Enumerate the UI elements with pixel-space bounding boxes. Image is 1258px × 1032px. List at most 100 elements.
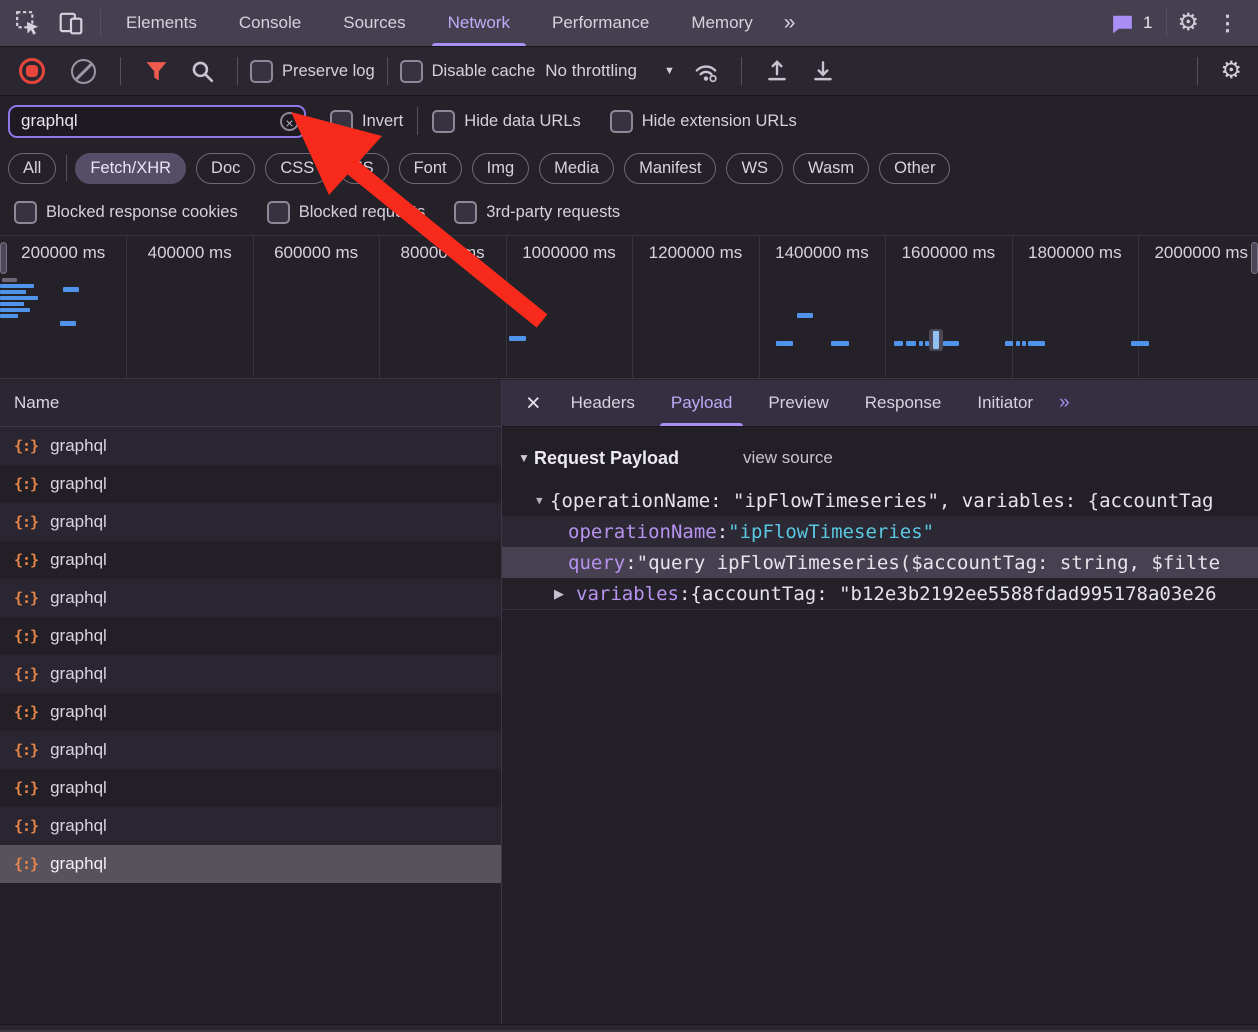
chip-all[interactable]: All xyxy=(8,153,56,184)
details-tab-preview[interactable]: Preview xyxy=(750,380,846,426)
request-row[interactable]: {:}graphql xyxy=(0,845,501,883)
details-tab-payload[interactable]: Payload xyxy=(653,380,750,426)
request-row[interactable]: {:}graphql xyxy=(0,541,501,579)
settings-gear-icon[interactable]: ⚙ xyxy=(1177,11,1199,35)
hide-extension-urls-checkbox[interactable] xyxy=(610,110,633,133)
tab-console[interactable]: Console xyxy=(218,0,322,46)
search-icon[interactable] xyxy=(189,58,215,84)
blocked-requests-checkbox[interactable] xyxy=(267,201,290,224)
collapse-triangle-icon[interactable]: ▼ xyxy=(536,494,550,507)
fetch-xhr-icon: {:} xyxy=(14,703,38,721)
request-row[interactable]: {:}graphql xyxy=(0,579,501,617)
toolbar-divider xyxy=(100,9,101,37)
filter-icon[interactable] xyxy=(143,58,169,84)
chip-wasm[interactable]: Wasm xyxy=(793,153,869,184)
request-name: graphql xyxy=(50,512,107,532)
chip-css[interactable]: CSS xyxy=(265,153,329,184)
payload-key: variables xyxy=(576,583,679,605)
waterfall-bar xyxy=(894,341,903,346)
network-overview-timeline[interactable]: 200000 ms400000 ms600000 ms800000 ms1000… xyxy=(0,235,1258,379)
overview-left-handle[interactable] xyxy=(0,242,7,274)
chip-ws[interactable]: WS xyxy=(726,153,783,184)
selected-request-marker xyxy=(929,329,943,351)
preserve-log-checkbox[interactable] xyxy=(250,60,273,83)
message-count: 1 xyxy=(1143,13,1152,33)
waterfall-bar xyxy=(919,341,923,346)
clear-network-log-button[interactable] xyxy=(71,59,96,84)
fetch-xhr-icon: {:} xyxy=(14,551,38,569)
view-source-link[interactable]: view source xyxy=(743,448,833,468)
disable-cache-checkbox[interactable] xyxy=(400,60,423,83)
payload-value: {accountTag: "b12e3b2192ee5588fdad995178… xyxy=(690,583,1216,605)
request-row[interactable]: {:}graphql xyxy=(0,693,501,731)
kebab-menu-icon[interactable]: ⋮ xyxy=(1217,11,1238,36)
tab-sources[interactable]: Sources xyxy=(322,0,426,46)
hide-data-urls-label: Hide data URLs xyxy=(464,112,580,131)
throttling-select[interactable]: No throttling xyxy=(545,61,637,81)
request-row[interactable]: {:}graphql xyxy=(0,617,501,655)
record-network-log-button[interactable] xyxy=(19,58,45,84)
request-name: graphql xyxy=(50,474,107,494)
network-conditions-icon[interactable] xyxy=(693,58,719,84)
inspect-element-icon[interactable] xyxy=(14,10,41,37)
details-tab-response[interactable]: Response xyxy=(847,380,960,426)
device-toolbar-icon[interactable] xyxy=(57,10,84,37)
tab-elements[interactable]: Elements xyxy=(105,0,218,46)
waterfall-bar xyxy=(1131,341,1149,346)
chip-font[interactable]: Font xyxy=(399,153,462,184)
chip-fetch-xhr[interactable]: Fetch/XHR xyxy=(75,153,186,184)
chip-other[interactable]: Other xyxy=(879,153,950,184)
filter-input[interactable] xyxy=(8,105,306,138)
blocked-response-cookies-label: Blocked response cookies xyxy=(46,203,238,222)
expand-triangle-icon[interactable]: ▶ xyxy=(554,586,576,602)
timeline-tick-label: 200000 ms xyxy=(21,243,105,263)
details-tab-headers[interactable]: Headers xyxy=(553,380,653,426)
clear-filter-icon[interactable]: × xyxy=(280,112,299,131)
timeline-gridline xyxy=(506,236,507,378)
network-settings-gear-icon[interactable]: ⚙ xyxy=(1220,59,1242,83)
waterfall-bar xyxy=(0,290,26,294)
name-column-header[interactable]: Name xyxy=(0,380,501,427)
blocked-requests-group: Blocked requests xyxy=(267,201,426,224)
hide-data-urls-checkbox[interactable] xyxy=(432,110,455,133)
request-row[interactable]: {:}graphql xyxy=(0,465,501,503)
3rd-party-requests-checkbox[interactable] xyxy=(454,201,477,224)
request-payload-section[interactable]: ▼ Request Payload view source xyxy=(502,442,1258,474)
chip-js[interactable]: JS xyxy=(339,153,388,184)
overview-right-handle[interactable] xyxy=(1251,242,1258,274)
export-har-icon[interactable] xyxy=(810,58,836,84)
chip-doc[interactable]: Doc xyxy=(196,153,255,184)
payload-row-query[interactable]: query: "query ipFlowTimeseries($accountT… xyxy=(502,547,1258,578)
more-tabs-button[interactable]: » xyxy=(774,0,804,46)
payload-root-preview[interactable]: ▼ {operationName: "ipFlowTimeseries", va… xyxy=(502,485,1258,516)
tree-divider xyxy=(502,609,1258,610)
payload-row-operationname[interactable]: operationName: "ipFlowTimeseries" xyxy=(502,516,1258,547)
invert-checkbox[interactable] xyxy=(330,110,353,133)
fetch-xhr-icon: {:} xyxy=(14,741,38,759)
details-more-tabs-button[interactable]: » xyxy=(1051,380,1076,426)
waterfall-bar xyxy=(0,302,24,306)
import-har-icon[interactable] xyxy=(764,58,790,84)
payload-row-variables[interactable]: ▶variables: {accountTag: "b12e3b2192ee55… xyxy=(502,578,1258,609)
console-insights-icon[interactable] xyxy=(1109,10,1136,37)
request-row[interactable]: {:}graphql xyxy=(0,655,501,693)
chip-img[interactable]: Img xyxy=(472,153,530,184)
payload-separator: : xyxy=(625,552,636,574)
close-details-icon[interactable]: × xyxy=(514,380,553,426)
chip-media[interactable]: Media xyxy=(539,153,614,184)
fetch-xhr-icon: {:} xyxy=(14,513,38,531)
filter-row: × Invert Hide data URLs Hide extension U… xyxy=(0,96,1258,146)
tab-network[interactable]: Network xyxy=(427,0,531,46)
tab-memory[interactable]: Memory xyxy=(670,0,773,46)
chip-manifest[interactable]: Manifest xyxy=(624,153,716,184)
request-row[interactable]: {:}graphql xyxy=(0,427,501,465)
tab-performance[interactable]: Performance xyxy=(531,0,670,46)
request-row[interactable]: {:}graphql xyxy=(0,769,501,807)
blocked-response-cookies-checkbox[interactable] xyxy=(14,201,37,224)
details-tab-initiator[interactable]: Initiator xyxy=(959,380,1051,426)
request-row[interactable]: {:}graphql xyxy=(0,731,501,769)
request-row[interactable]: {:}graphql xyxy=(0,807,501,845)
collapse-triangle-icon[interactable]: ▼ xyxy=(518,451,532,465)
chip-divider xyxy=(66,155,67,181)
request-row[interactable]: {:} graphql xyxy=(0,503,501,541)
